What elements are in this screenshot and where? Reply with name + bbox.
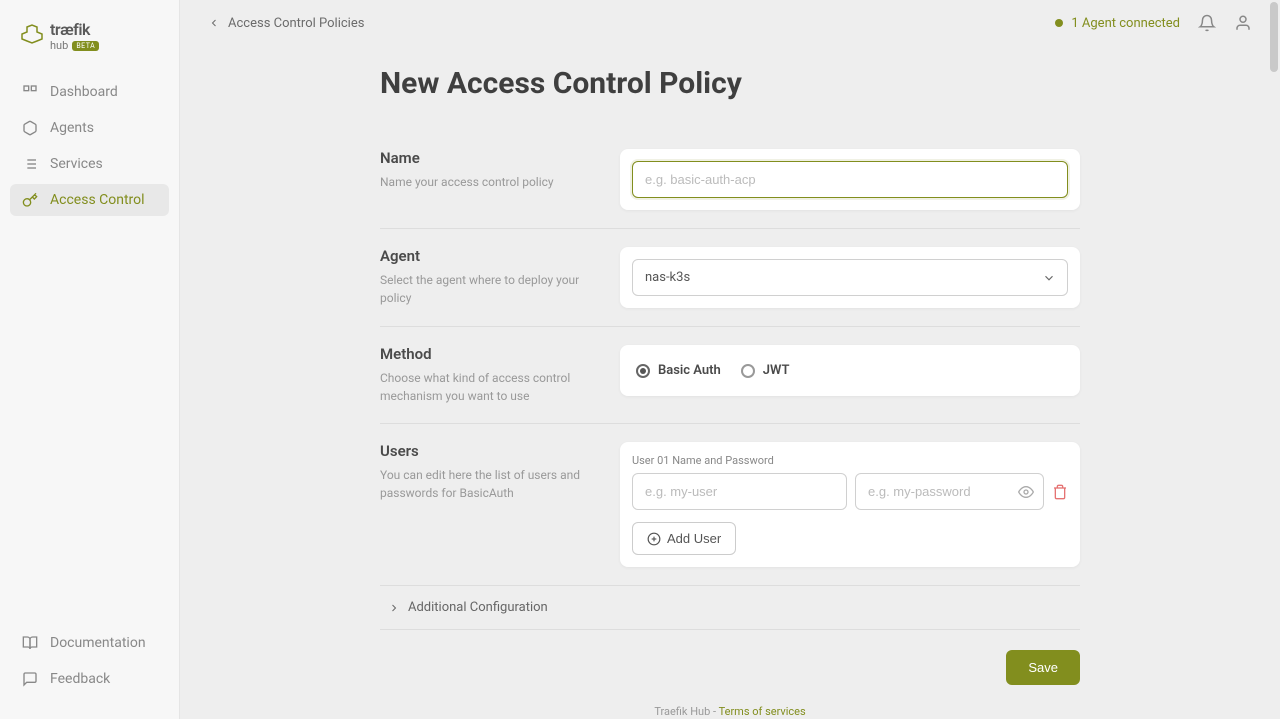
additional-config-label: Additional Configuration xyxy=(408,600,548,615)
radio-label: Basic Auth xyxy=(658,363,721,378)
users-title: Users xyxy=(380,442,590,460)
agent-select[interactable]: nas-k3s xyxy=(632,259,1068,296)
name-input[interactable] xyxy=(632,161,1068,198)
brand-badge: BETA xyxy=(72,41,99,51)
chevron-right-icon xyxy=(388,602,400,614)
brand-name: træfik xyxy=(50,20,90,39)
brand-logo: træfik hub BETA xyxy=(0,12,179,68)
agent-status: 1 Agent connected xyxy=(1055,16,1180,31)
status-text: 1 Agent connected xyxy=(1071,16,1180,31)
add-user-label: Add User xyxy=(667,531,721,546)
content: New Access Control Policy Name Name your… xyxy=(380,46,1080,719)
sidebar-item-services[interactable]: Services xyxy=(10,148,169,180)
name-desc: Name your access control policy xyxy=(380,173,590,191)
trash-icon[interactable] xyxy=(1052,484,1068,500)
bell-icon[interactable] xyxy=(1198,14,1216,32)
breadcrumb[interactable]: Access Control Policies xyxy=(208,16,364,31)
agent-desc: Select the agent where to deploy your po… xyxy=(380,271,590,307)
sidebar-item-label: Dashboard xyxy=(50,84,118,100)
services-icon xyxy=(22,156,38,172)
breadcrumb-label: Access Control Policies xyxy=(228,16,364,31)
name-title: Name xyxy=(380,149,590,167)
radio-label: JWT xyxy=(763,363,790,378)
key-icon xyxy=(22,192,38,208)
user-name-input[interactable] xyxy=(632,473,847,510)
method-title: Method xyxy=(380,345,590,363)
topbar-right: 1 Agent connected xyxy=(1055,14,1252,32)
sidebar-item-access-control[interactable]: Access Control xyxy=(10,184,169,216)
sidebar-item-dashboard[interactable]: Dashboard xyxy=(10,76,169,108)
nav-main: Dashboard Agents Services Access Control xyxy=(0,68,179,619)
chat-icon xyxy=(22,671,38,687)
section-users: Users You can edit here the list of user… xyxy=(380,424,1080,585)
user-icon[interactable] xyxy=(1234,14,1252,32)
user-row-label: User 01 Name and Password xyxy=(632,454,1068,467)
scrollbar[interactable] xyxy=(1270,2,1278,72)
nav-bottom: Documentation Feedback xyxy=(0,619,179,707)
method-radio-jwt[interactable]: JWT xyxy=(741,363,790,378)
footer-sep: - xyxy=(710,705,718,718)
footer: Traefik Hub - Terms of services xyxy=(380,705,1080,718)
sidebar-item-label: Agents xyxy=(50,120,94,136)
method-radio-basic-auth[interactable]: Basic Auth xyxy=(636,363,721,378)
sidebar-item-feedback[interactable]: Feedback xyxy=(10,663,169,695)
radio-icon xyxy=(741,364,755,378)
brand-sub: hub xyxy=(50,39,68,52)
section-method: Method Choose what kind of access contro… xyxy=(380,327,1080,424)
main: Access Control Policies 1 Agent connecte… xyxy=(180,0,1280,719)
users-desc: You can edit here the list of users and … xyxy=(380,466,590,502)
dashboard-icon xyxy=(22,84,38,100)
sidebar-item-documentation[interactable]: Documentation xyxy=(10,627,169,659)
agent-title: Agent xyxy=(380,247,590,265)
radio-icon xyxy=(636,364,650,378)
topbar: Access Control Policies 1 Agent connecte… xyxy=(180,0,1280,46)
sidebar: træfik hub BETA Dashboard Agents Services… xyxy=(0,0,180,719)
additional-config-toggle[interactable]: Additional Configuration xyxy=(380,585,1080,630)
footer-text: Traefik Hub xyxy=(654,705,710,718)
user-password-input[interactable] xyxy=(855,473,1044,510)
save-button[interactable]: Save xyxy=(1006,650,1080,685)
book-icon xyxy=(22,635,38,651)
sidebar-item-label: Services xyxy=(50,156,103,172)
agents-icon xyxy=(22,120,38,136)
chevron-left-icon xyxy=(208,17,220,29)
plus-circle-icon xyxy=(647,532,661,546)
sidebar-item-label: Documentation xyxy=(50,635,146,651)
add-user-button[interactable]: Add User xyxy=(632,522,736,555)
logo-icon xyxy=(20,24,44,48)
page-title: New Access Control Policy xyxy=(380,66,1080,101)
section-agent: Agent Select the agent where to deploy y… xyxy=(380,229,1080,327)
sidebar-item-label: Access Control xyxy=(50,192,145,208)
footer-link[interactable]: Terms of services xyxy=(719,705,806,718)
eye-icon[interactable] xyxy=(1018,484,1034,500)
method-desc: Choose what kind of access control mecha… xyxy=(380,369,590,405)
section-name: Name Name your access control policy xyxy=(380,131,1080,229)
sidebar-item-label: Feedback xyxy=(50,671,110,687)
sidebar-item-agents[interactable]: Agents xyxy=(10,112,169,144)
status-dot-icon xyxy=(1055,19,1063,27)
